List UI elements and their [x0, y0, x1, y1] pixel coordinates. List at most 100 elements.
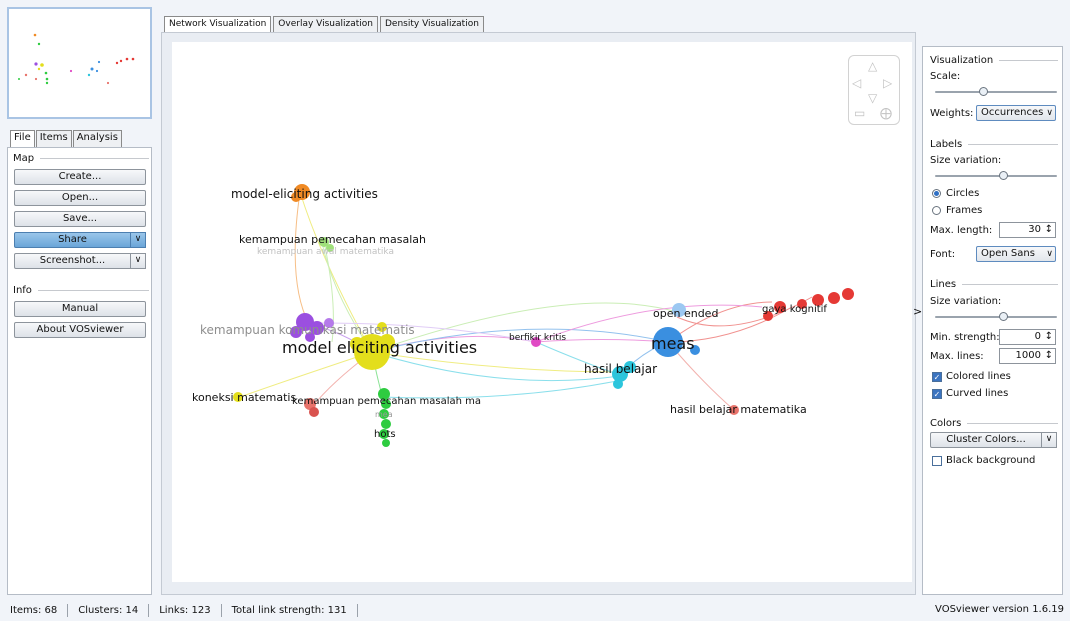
create-button[interactable]: Create... [14, 169, 146, 185]
pan-down-icon[interactable]: ▽ [868, 91, 877, 105]
cluster-colors-button-group: Cluster Colors... ∨ [930, 432, 1057, 448]
colors-section-title: Colors [930, 418, 1058, 429]
scale-slider-thumb[interactable] [979, 87, 988, 96]
labels-section-label: Labels [930, 139, 963, 150]
font-select-value: Open Sans [981, 248, 1035, 259]
status-links: Links: 123 [159, 605, 211, 616]
font-select[interactable]: Open Sans ∨ [976, 246, 1056, 262]
open-button[interactable]: Open... [14, 190, 146, 206]
options-panel: Visualization Scale: Weights: Occurrence… [922, 46, 1063, 595]
map-overview[interactable] [7, 7, 152, 119]
label-hots: hots [374, 429, 396, 440]
scale-label: Scale: [930, 71, 961, 82]
network-graph: model-eliciting activities kemampuan pem… [192, 184, 854, 447]
screenshot-button[interactable]: Screenshot... [14, 253, 131, 269]
tab-overlay-visualization[interactable]: Overlay Visualization [273, 16, 378, 32]
label-model-eliciting-activities: model eliciting activities [282, 338, 477, 357]
save-button[interactable]: Save... [14, 211, 146, 227]
lines-size-variation-slider[interactable] [935, 312, 1057, 322]
pan-right-icon[interactable]: ▷ [883, 76, 892, 90]
label-kemampuan-komunikasi-matematis: kemampuan komunikasi matematis [200, 323, 415, 337]
cluster-colors-dropdown-icon[interactable]: ∨ [1042, 432, 1057, 448]
curved-lines-label: Curved lines [946, 388, 1009, 399]
share-button[interactable]: Share [14, 232, 131, 248]
status-version: VOSviewer version 1.6.19 [935, 604, 1064, 615]
share-button-group: Share ∨ [14, 232, 146, 248]
cluster-colors-button[interactable]: Cluster Colors... [930, 432, 1042, 448]
labels-size-variation-slider[interactable] [935, 171, 1057, 181]
max-lines-label: Max. lines: [930, 351, 984, 362]
zoom-pan-control[interactable]: △ ◁ ▷ ▽ ▭ ⨁ [848, 55, 900, 125]
tab-network-visualization[interactable]: Network Visualization [164, 16, 272, 32]
tab-items[interactable]: Items [35, 130, 72, 147]
frames-label: Frames [946, 205, 983, 216]
colored-lines-checkbox[interactable]: ✓ [932, 372, 942, 382]
file-panel: Map Create... Open... Save... Share ∨ Sc… [7, 147, 152, 595]
black-background-label: Black background [946, 455, 1036, 466]
label-hasil-belajar-matematika: hasil belajar matematika [670, 403, 807, 416]
label-berfikir-kritis: berfikir kritis [509, 333, 566, 343]
label-meas: meas [651, 334, 695, 353]
weights-label: Weights: [930, 108, 974, 119]
collapse-panel-icon[interactable]: > [913, 305, 922, 318]
network-links [239, 191, 813, 411]
network-canvas[interactable]: model-eliciting activities kemampuan pem… [172, 42, 912, 582]
share-dropdown-icon[interactable]: ∨ [131, 232, 146, 248]
about-vosviewer-button[interactable]: About VOSviewer [14, 322, 146, 338]
status-clusters: Clusters: 14 [78, 605, 139, 616]
colored-lines-label: Colored lines [946, 371, 1011, 382]
tab-analysis[interactable]: Analysis [72, 130, 122, 147]
screenshot-button-group: Screenshot... ∨ [14, 253, 146, 269]
circles-label: Circles [946, 188, 980, 199]
max-lines-spinner[interactable]: 1000 [999, 348, 1056, 364]
black-background-checkbox[interactable] [932, 456, 942, 466]
curved-lines-checkbox[interactable]: ✓ [932, 389, 942, 399]
label-open-ended: open ended [653, 307, 718, 320]
label-kemampuan-pemecahan-masalah: kemampuan pemecahan masalah [239, 233, 426, 246]
max-length-spinner[interactable]: 30 [999, 222, 1056, 238]
info-section-label: Info [13, 285, 32, 296]
font-label: Font: [930, 249, 956, 260]
labels-size-variation-label: Size variation: [930, 155, 1002, 166]
pan-up-icon[interactable]: △ [868, 59, 877, 73]
lines-size-variation-label: Size variation: [930, 296, 1002, 307]
tab-file[interactable]: File [10, 130, 35, 147]
lines-slider-thumb[interactable] [999, 312, 1008, 321]
min-strength-label: Min. strength: [930, 332, 1000, 343]
vosviewer-window: File Items Analysis Map Create... Open..… [0, 0, 1070, 621]
min-strength-spinner[interactable]: 0 [999, 329, 1056, 345]
scale-slider[interactable] [935, 87, 1057, 97]
label-hasil-belajar: hasil belajar [584, 362, 657, 376]
lines-section-label: Lines [930, 279, 957, 290]
label-kemampuan-awal-matematika: kemampuan awal matematika [257, 247, 394, 257]
manual-button[interactable]: Manual [14, 301, 146, 317]
frames-radio[interactable] [932, 206, 941, 215]
map-section-label: Map [13, 153, 35, 164]
status-items: Items: 68 [10, 605, 58, 616]
label-koneksi-matematis: koneksi matematis [192, 391, 296, 404]
info-section-title: Info [13, 285, 149, 296]
colors-section-label: Colors [930, 418, 962, 429]
circles-radio[interactable] [932, 189, 941, 198]
zoom-in-icon[interactable]: ⨁ [880, 106, 892, 120]
weights-select[interactable]: Occurrences ∨ [976, 105, 1056, 121]
labels-slider-thumb[interactable] [999, 171, 1008, 180]
visualization-section-label: Visualization [930, 55, 994, 66]
status-total-link-strength: Total link strength: 131 [231, 605, 347, 616]
labels-section-title: Labels [930, 139, 1058, 150]
chevron-down-icon: ∨ [1046, 249, 1053, 259]
map-section-title: Map [13, 153, 149, 164]
label-gaya-kognitif: gaya kognitif [762, 304, 827, 315]
tab-density-visualization[interactable]: Density Visualization [380, 16, 484, 32]
status-bar: Items: 68 Clusters: 14 Links: 123 Total … [0, 600, 1070, 621]
zoom-out-icon[interactable]: ▭ [854, 106, 865, 120]
label-kemampuan-pemecahan-masalah-ma: kemampuan pemecahan masalah ma [292, 396, 481, 407]
weights-select-value: Occurrences [981, 107, 1044, 118]
pan-left-icon[interactable]: ◁ [852, 76, 861, 90]
max-length-label: Max. length: [930, 225, 993, 236]
visualization-tab-bar: Network Visualization Overlay Visualizat… [164, 16, 486, 32]
lines-section-title: Lines [930, 279, 1058, 290]
left-tab-bar: File Items Analysis [10, 130, 123, 147]
label-model-eliciting-activities-hyphen: model-eliciting activities [231, 187, 378, 201]
screenshot-dropdown-icon[interactable]: ∨ [131, 253, 146, 269]
